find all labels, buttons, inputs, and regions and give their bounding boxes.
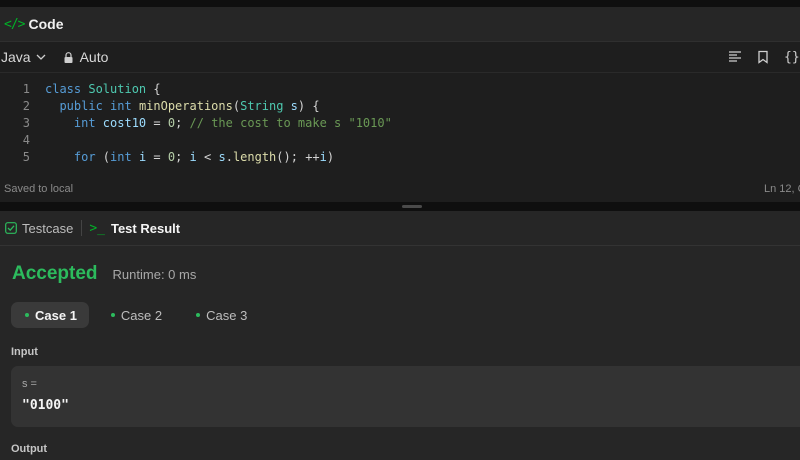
code-line[interactable]: 3 int cost10 = 0; // the cost to make s … bbox=[0, 114, 800, 131]
bookmark-icon[interactable] bbox=[756, 50, 770, 64]
code-token: (); ++ bbox=[276, 149, 320, 164]
mode-label[interactable]: Auto bbox=[80, 49, 109, 65]
input-variable-value: "0100" bbox=[22, 398, 69, 413]
case-tab-1[interactable]: Case 1 bbox=[11, 302, 89, 328]
top-strip bbox=[0, 0, 800, 7]
code-line[interactable]: 4 bbox=[0, 131, 800, 148]
checkbox-icon bbox=[5, 222, 17, 234]
language-label: Java bbox=[1, 49, 31, 65]
code-token: ) bbox=[326, 149, 335, 164]
panel-resize-handle[interactable] bbox=[0, 202, 800, 211]
code-text: int cost10 = 0; // the cost to make s "1… bbox=[45, 116, 392, 130]
code-panel-title: Code bbox=[28, 16, 64, 32]
braces-icon[interactable]: {} bbox=[784, 50, 800, 65]
code-line[interactable]: 1 class Solution { bbox=[0, 80, 800, 97]
code-token: i bbox=[319, 149, 327, 164]
code-text: for (int i = 0; i < s.length(); ++i) bbox=[45, 150, 334, 164]
input-variable-name: s = bbox=[22, 378, 37, 390]
code-panel: </> Code Java Auto {} 1 class Solution {2… bbox=[0, 7, 800, 202]
line-number: 1 bbox=[22, 81, 30, 96]
resize-grip[interactable] bbox=[402, 205, 422, 208]
input-label: Input bbox=[11, 346, 38, 358]
output-label: Output bbox=[11, 443, 48, 455]
code-token: ( bbox=[102, 149, 111, 164]
case-tab-2[interactable]: Case 2 bbox=[97, 302, 174, 328]
code-token: for bbox=[45, 149, 103, 164]
code-token: ; bbox=[175, 149, 190, 164]
code-token: cost10 bbox=[102, 115, 147, 130]
case-tabs: Case 1 Case 2 Case 3 bbox=[11, 302, 259, 328]
code-token: minOperations bbox=[138, 98, 233, 113]
input-box: s = "0100" bbox=[11, 366, 800, 427]
code-token: int bbox=[110, 98, 139, 113]
lock-icon bbox=[64, 51, 73, 63]
code-token: 0 bbox=[167, 149, 176, 164]
code-token: int bbox=[45, 115, 103, 130]
code-token: . bbox=[225, 149, 233, 164]
code-token: { bbox=[146, 81, 161, 96]
code-token: ; bbox=[175, 115, 190, 130]
code-token: int bbox=[110, 149, 139, 164]
code-token: = bbox=[146, 149, 168, 164]
tab-testcase[interactable]: Testcase bbox=[5, 221, 73, 236]
line-number: 4 bbox=[22, 132, 30, 147]
case-tab-label: Case 3 bbox=[206, 307, 248, 323]
code-token: public bbox=[45, 98, 111, 113]
tab-separator bbox=[81, 220, 83, 236]
line-number: 5 bbox=[22, 149, 30, 164]
line-number: 2 bbox=[22, 98, 30, 113]
code-token: // the cost to make s "1010" bbox=[189, 115, 392, 130]
code-token: class bbox=[45, 81, 89, 96]
status-dot bbox=[25, 313, 29, 317]
code-token: Solution bbox=[88, 81, 147, 96]
line-number: 3 bbox=[22, 115, 30, 130]
code-token: s bbox=[218, 149, 226, 164]
verdict-status: Accepted bbox=[12, 263, 98, 284]
status-dot bbox=[196, 313, 201, 317]
tab-test-result-label: Test Result bbox=[110, 220, 181, 236]
editor-toolbar: Java Auto {} bbox=[0, 42, 800, 73]
editor-statusbar: Saved to local Ln 12, Col 1 bbox=[0, 176, 800, 202]
format-icon[interactable] bbox=[728, 50, 742, 64]
code-token: String bbox=[240, 98, 284, 113]
code-token: i bbox=[189, 149, 197, 164]
code-token: ) { bbox=[297, 98, 320, 113]
terminal-icon: >_ bbox=[89, 220, 105, 236]
tab-test-result[interactable]: >_ Test Result bbox=[89, 221, 180, 236]
code-token: length bbox=[232, 149, 277, 164]
toolbar-actions: {} bbox=[728, 42, 800, 72]
code-icon: </> bbox=[4, 16, 26, 32]
code-line[interactable]: 5 for (int i = 0; i < s.length(); ++i) bbox=[0, 148, 800, 165]
verdict-row: Accepted Runtime: 0 ms bbox=[12, 263, 196, 285]
code-token: s bbox=[283, 98, 298, 113]
code-token: = bbox=[146, 115, 168, 130]
code-panel-header: </> Code bbox=[0, 7, 800, 42]
code-line[interactable]: 2 public int minOperations(String s) { bbox=[0, 97, 800, 114]
code-token: 0 bbox=[167, 115, 176, 130]
save-status: Saved to local bbox=[4, 183, 74, 195]
code-token: ( bbox=[232, 98, 241, 113]
case-tab-label: Case 1 bbox=[35, 307, 77, 323]
result-panel: Testcase >_ Test Result Accepted Runtime… bbox=[0, 211, 800, 460]
status-dot bbox=[110, 313, 115, 317]
code-text: public int minOperations(String s) { bbox=[45, 98, 320, 113]
tab-testcase-label: Testcase bbox=[22, 220, 74, 236]
chevron-down-icon bbox=[36, 54, 46, 60]
case-tab-label: Case 2 bbox=[120, 307, 163, 323]
code-token: < bbox=[196, 149, 219, 164]
case-tab-3[interactable]: Case 3 bbox=[182, 302, 259, 328]
cursor-position: Ln 12, Col 1 bbox=[764, 183, 800, 195]
code-text: class Solution { bbox=[45, 82, 161, 96]
language-selector[interactable]: Java bbox=[1, 49, 46, 65]
runtime-label: Runtime: 0 ms bbox=[112, 267, 197, 282]
result-tabs: Testcase >_ Test Result bbox=[0, 211, 800, 246]
code-editor[interactable]: 1 class Solution {2 public int minOperati… bbox=[0, 73, 800, 165]
